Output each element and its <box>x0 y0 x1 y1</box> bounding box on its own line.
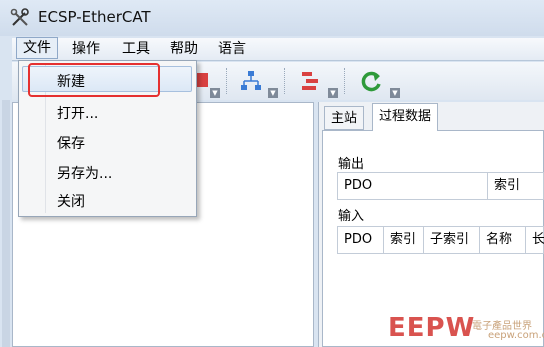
input-column-name[interactable]: 名称 <box>480 227 526 253</box>
tab-master[interactable]: 主站 <box>324 106 365 130</box>
menu-item-save-as[interactable]: 另存为... <box>57 163 112 183</box>
highlight-annotation-box <box>28 63 160 97</box>
network-icon[interactable] <box>238 67 264 95</box>
network-dropdown-arrow[interactable]: ▼ <box>268 88 278 98</box>
menu-help[interactable]: 帮助 <box>164 38 204 60</box>
menu-item-close[interactable]: 关闭 <box>57 191 85 211</box>
tools-icon <box>10 8 29 26</box>
window-title: ECSP-EtherCAT <box>38 8 151 26</box>
menu-file[interactable]: 文件 <box>16 37 58 59</box>
input-column-pdo[interactable]: PDO <box>338 227 384 253</box>
input-table-header: PDO 索引 子索引 名称 长 <box>337 226 544 254</box>
watermark-logo: EEPW <box>388 313 476 343</box>
menu-item-save[interactable]: 保存 <box>57 133 85 153</box>
menu-language[interactable]: 语言 <box>212 38 252 60</box>
output-column-index[interactable]: 索引 <box>488 173 544 199</box>
watermark: EEPW 電子產品世界 eepw.com.cn <box>388 313 544 343</box>
toolbar-separator <box>284 68 286 94</box>
tab-process-data[interactable]: 过程数据 <box>372 103 439 131</box>
output-column-pdo[interactable]: PDO <box>338 173 488 199</box>
output-label: 输出 <box>338 157 365 172</box>
menu-bar: 文件 操作 工具 帮助 语言 <box>12 37 544 61</box>
menu-tools[interactable]: 工具 <box>116 38 156 60</box>
menu-operation[interactable]: 操作 <box>66 38 106 60</box>
menu-item-open[interactable]: 打开... <box>57 103 98 123</box>
title-bar: ECSP-EtherCAT <box>0 0 544 36</box>
input-column-index[interactable]: 索引 <box>384 227 424 253</box>
toolbar-separator <box>226 68 228 94</box>
watermark-url: eepw.com.cn <box>488 330 544 341</box>
refresh-icon[interactable] <box>358 67 384 95</box>
output-table-header: PDO 索引 <box>337 172 544 200</box>
input-label: 输入 <box>338 209 365 224</box>
toolbar-separator <box>344 68 346 94</box>
process-data-icon[interactable] <box>298 67 324 95</box>
left-scrollbar[interactable] <box>2 100 10 347</box>
process-data-dropdown-arrow[interactable]: ▼ <box>328 88 338 98</box>
input-column-subindex[interactable]: 子索引 <box>424 227 480 253</box>
new-dropdown-arrow[interactable]: ▼ <box>210 88 220 98</box>
refresh-dropdown-arrow[interactable]: ▼ <box>390 88 400 98</box>
input-column-length[interactable]: 长 <box>526 227 544 253</box>
